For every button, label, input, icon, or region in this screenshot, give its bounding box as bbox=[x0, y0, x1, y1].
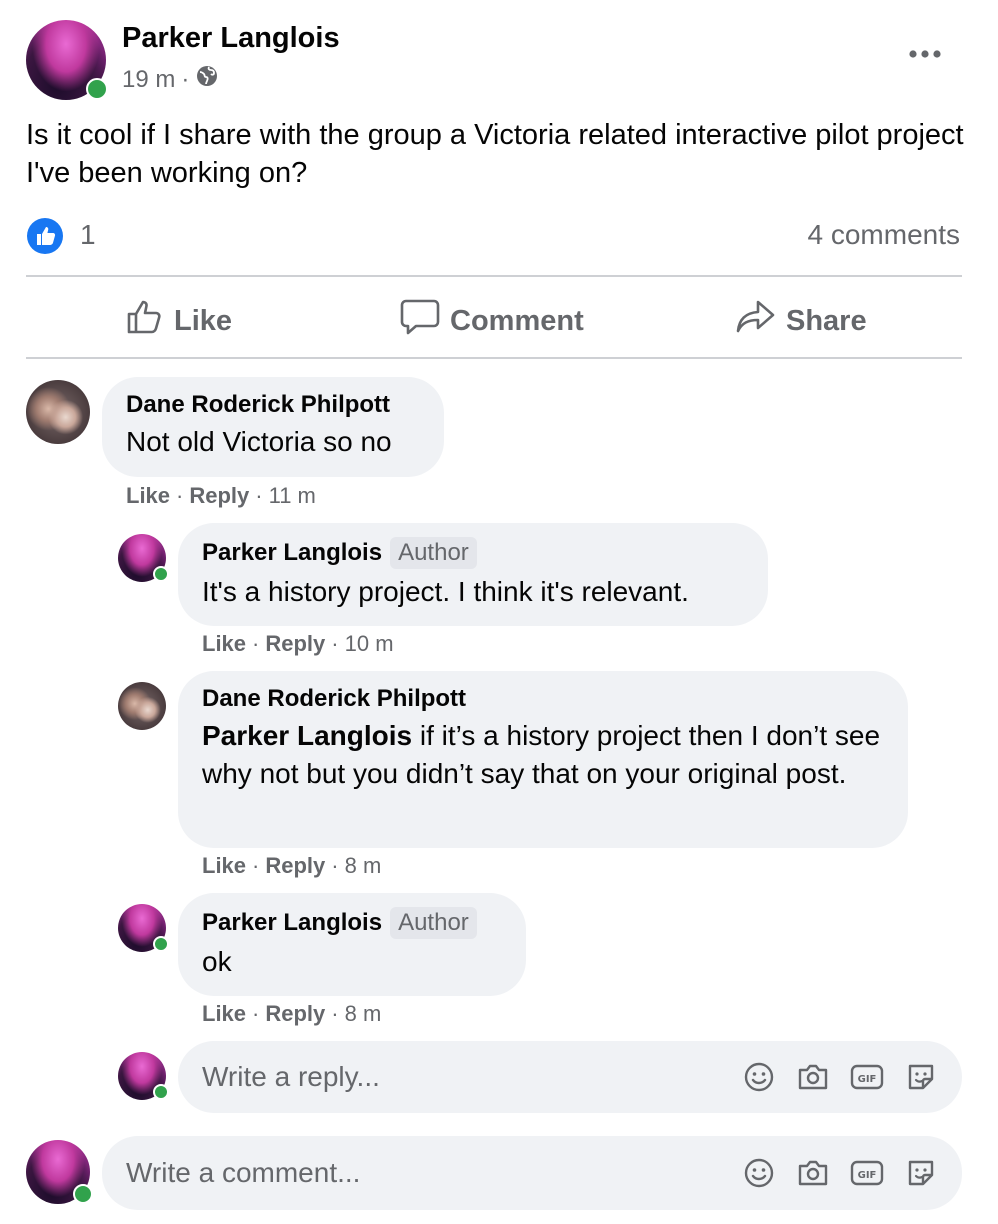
reply-reply-link[interactable]: Reply bbox=[265, 853, 325, 879]
online-status-dot bbox=[86, 78, 108, 100]
reply-avatar[interactable] bbox=[118, 904, 169, 952]
reply-avatar[interactable] bbox=[118, 682, 166, 730]
camera-icon[interactable] bbox=[796, 1060, 830, 1094]
comment-input[interactable] bbox=[126, 1157, 742, 1189]
reply-time[interactable]: 8 m bbox=[345, 853, 382, 879]
emoji-icon[interactable] bbox=[742, 1156, 776, 1190]
reply-bubble: Parker Langlois Author ok bbox=[178, 893, 526, 996]
comments-count[interactable]: 4 comments bbox=[808, 219, 961, 251]
gif-icon[interactable]: GIF bbox=[850, 1156, 884, 1190]
reply-bubble: Dane Roderick Philpott Parker Langlois i… bbox=[178, 671, 908, 848]
author-badge: Author bbox=[390, 907, 477, 939]
online-status-dot bbox=[153, 566, 169, 582]
comment-input-bar: GIF bbox=[102, 1136, 962, 1210]
post-body: Is it cool if I share with the group a V… bbox=[26, 119, 964, 189]
reply-time[interactable]: 8 m bbox=[345, 1001, 382, 1027]
divider-bottom bbox=[26, 357, 962, 359]
author-badge: Author bbox=[390, 537, 477, 569]
post-author-name[interactable]: Parker Langlois bbox=[122, 22, 340, 55]
camera-icon[interactable] bbox=[796, 1156, 830, 1190]
post-time[interactable]: 19 m bbox=[122, 66, 175, 94]
reply-text: It's a history project. I think it's rel… bbox=[202, 576, 689, 607]
comment-author[interactable]: Dane Roderick Philpott bbox=[126, 391, 420, 419]
current-user-avatar bbox=[26, 1140, 93, 1204]
online-status-dot bbox=[153, 1084, 169, 1100]
comment-actions: Like · Reply · 11 m bbox=[126, 483, 316, 509]
reply-input-bar: GIF bbox=[178, 1041, 962, 1113]
reply-author[interactable]: Parker Langlois Author bbox=[202, 537, 744, 569]
comment-button[interactable]: Comment bbox=[400, 298, 584, 344]
reply-bubble: Parker Langlois Author It's a history pr… bbox=[178, 523, 768, 626]
comment-time[interactable]: 11 m bbox=[269, 483, 316, 509]
comment-reply-link[interactable]: Reply bbox=[189, 483, 249, 509]
svg-text:GIF: GIF bbox=[858, 1170, 877, 1181]
reply-actions: Like · Reply · 8 m bbox=[202, 853, 382, 879]
reply-like-link[interactable]: Like bbox=[202, 1001, 246, 1027]
reply-actions: Like · Reply · 10 m bbox=[202, 631, 394, 657]
sticker-icon[interactable] bbox=[904, 1156, 938, 1190]
reply-text: Parker Langlois if it’s a history projec… bbox=[202, 720, 881, 789]
post-author-avatar[interactable] bbox=[26, 20, 108, 100]
reply-author[interactable]: Parker Langlois Author bbox=[202, 907, 502, 939]
comment-bubble-icon bbox=[400, 298, 440, 344]
like-button[interactable]: Like bbox=[126, 298, 232, 344]
reply-reply-link[interactable]: Reply bbox=[265, 631, 325, 657]
svg-text:GIF: GIF bbox=[858, 1074, 877, 1085]
reply-text: ok bbox=[202, 946, 232, 977]
comment-bubble: Dane Roderick Philpott Not old Victoria … bbox=[102, 377, 444, 477]
online-status-dot bbox=[73, 1184, 93, 1204]
comment-avatar[interactable] bbox=[26, 380, 90, 444]
reply-like-link[interactable]: Like bbox=[202, 631, 246, 657]
mention-tag[interactable]: Parker Langlois bbox=[202, 720, 412, 751]
thumbs-up-icon bbox=[126, 298, 164, 344]
emoji-icon[interactable] bbox=[742, 1060, 776, 1094]
reply-avatar[interactable] bbox=[118, 534, 169, 582]
sticker-icon[interactable] bbox=[904, 1060, 938, 1094]
share-button[interactable]: Share bbox=[736, 298, 867, 344]
meta-separator: · bbox=[181, 65, 190, 93]
gif-icon[interactable]: GIF bbox=[850, 1060, 884, 1094]
globe-icon bbox=[195, 64, 219, 95]
share-button-label: Share bbox=[786, 304, 867, 337]
like-reaction-icon[interactable] bbox=[26, 217, 64, 255]
current-user-avatar bbox=[118, 1052, 169, 1100]
reply-reply-link[interactable]: Reply bbox=[265, 1001, 325, 1027]
like-count[interactable]: 1 bbox=[80, 219, 96, 251]
divider-top bbox=[26, 275, 962, 277]
more-options-icon[interactable] bbox=[906, 44, 944, 64]
comment-like-link[interactable]: Like bbox=[126, 483, 170, 509]
reply-time[interactable]: 10 m bbox=[345, 631, 394, 657]
like-button-label: Like bbox=[174, 304, 233, 337]
post-meta: 19 m · bbox=[122, 64, 219, 95]
reply-author[interactable]: Dane Roderick Philpott bbox=[202, 685, 884, 713]
reply-actions: Like · Reply · 8 m bbox=[202, 1001, 382, 1027]
reply-input[interactable] bbox=[202, 1061, 742, 1093]
comment-button-label: Comment bbox=[450, 304, 584, 337]
share-arrow-icon bbox=[736, 298, 776, 344]
online-status-dot bbox=[153, 936, 169, 952]
reply-like-link[interactable]: Like bbox=[202, 853, 246, 879]
comment-text: Not old Victoria so no bbox=[126, 426, 392, 457]
